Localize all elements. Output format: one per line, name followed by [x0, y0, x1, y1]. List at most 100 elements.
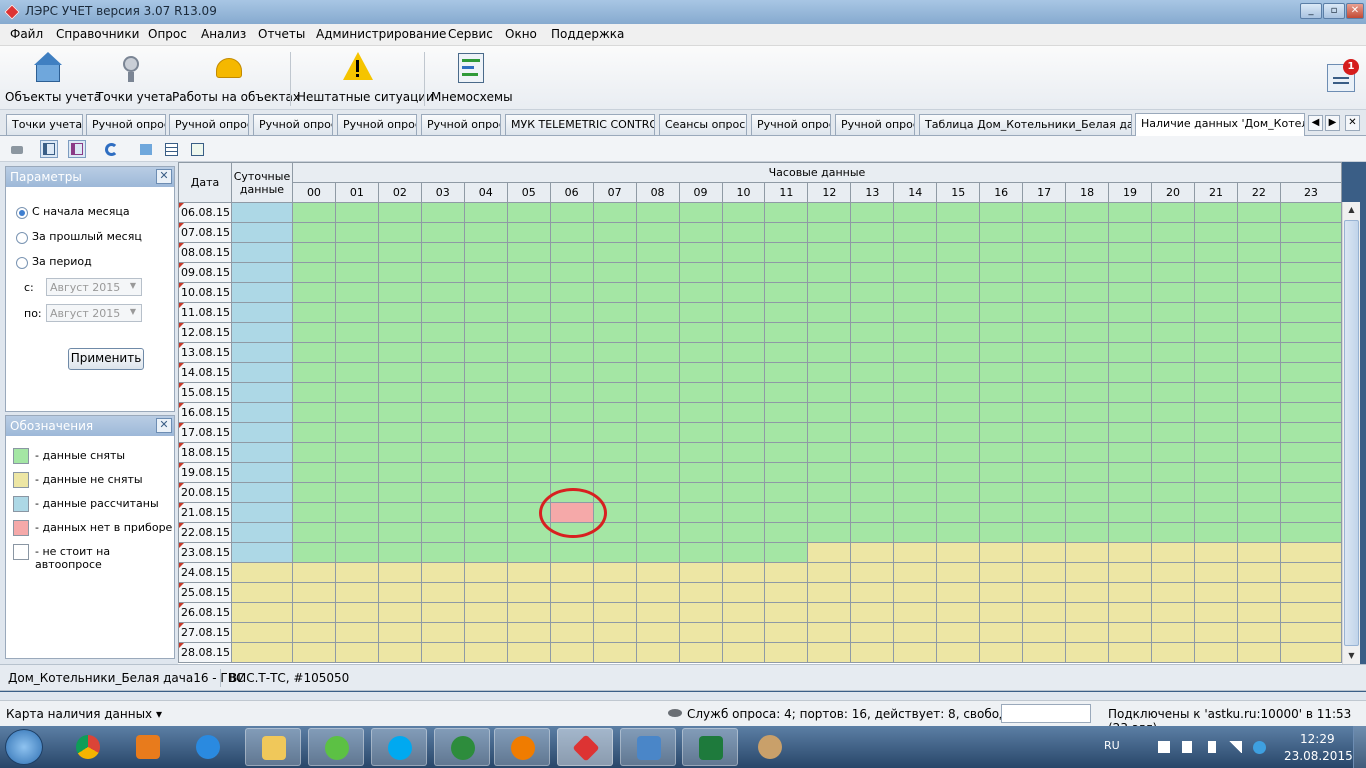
- hourly-status-cell[interactable]: [807, 282, 852, 303]
- hourly-status-cell[interactable]: [635, 582, 680, 603]
- hourly-status-cell[interactable]: [420, 422, 465, 443]
- hourly-status-cell[interactable]: [334, 442, 379, 463]
- hourly-status-cell[interactable]: [1108, 462, 1153, 483]
- hourly-status-cell[interactable]: [764, 542, 809, 563]
- hourly-status-cell[interactable]: [291, 502, 336, 523]
- hourly-status-cell[interactable]: [635, 562, 680, 583]
- hourly-status-cell[interactable]: [334, 322, 379, 343]
- hourly-status-cell[interactable]: [635, 422, 680, 443]
- hourly-status-cell[interactable]: [334, 342, 379, 363]
- daily-status-cell[interactable]: [230, 562, 293, 583]
- hourly-status-cell[interactable]: [592, 222, 637, 243]
- hourly-status-cell[interactable]: [893, 342, 938, 363]
- hourly-status-cell[interactable]: [377, 282, 422, 303]
- hourly-status-cell[interactable]: [1022, 222, 1067, 243]
- hourly-status-cell[interactable]: [1065, 482, 1110, 503]
- hourly-status-cell[interactable]: [334, 602, 379, 623]
- hourly-status-cell[interactable]: [1108, 442, 1153, 463]
- hourly-status-cell[interactable]: [1193, 262, 1238, 283]
- hourly-status-cell[interactable]: [1065, 202, 1110, 223]
- hourly-status-cell[interactable]: [420, 622, 465, 643]
- hourly-status-cell[interactable]: [1108, 262, 1153, 283]
- hourly-status-cell[interactable]: [1279, 242, 1343, 263]
- hourly-status-cell[interactable]: [721, 242, 766, 263]
- tab-manual-poll[interactable]: Ручной опрос: [253, 114, 333, 135]
- hourly-status-cell[interactable]: [506, 342, 551, 363]
- hourly-status-cell[interactable]: [1065, 582, 1110, 603]
- lers-taskbar-icon[interactable]: [557, 728, 613, 766]
- hourly-status-cell[interactable]: [807, 382, 852, 403]
- tab-manual-poll[interactable]: Ручной опрос: [169, 114, 249, 135]
- hourly-status-cell[interactable]: [807, 322, 852, 343]
- hourly-status-cell[interactable]: [936, 242, 981, 263]
- hourly-status-cell[interactable]: [334, 382, 379, 403]
- hourly-status-cell[interactable]: [334, 262, 379, 283]
- hourly-status-cell[interactable]: [1022, 562, 1067, 583]
- hourly-status-cell[interactable]: [635, 282, 680, 303]
- hourly-status-cell[interactable]: [850, 462, 895, 483]
- hourly-status-cell[interactable]: [635, 622, 680, 643]
- hourly-status-cell[interactable]: [592, 322, 637, 343]
- hourly-status-cell[interactable]: [1108, 282, 1153, 303]
- date-cell[interactable]: 20.08.15: [178, 482, 232, 503]
- hourly-status-cell[interactable]: [1279, 582, 1343, 603]
- daily-status-cell[interactable]: [230, 242, 293, 263]
- hourly-status-cell[interactable]: [549, 362, 594, 383]
- hourly-status-cell[interactable]: [592, 462, 637, 483]
- hourly-status-cell[interactable]: [1193, 522, 1238, 543]
- hourly-status-cell[interactable]: [764, 622, 809, 643]
- hourly-status-cell[interactable]: [592, 422, 637, 443]
- view-selector[interactable]: Карта наличия данных ▾: [6, 707, 162, 721]
- daily-status-cell[interactable]: [230, 602, 293, 623]
- hour-column-header[interactable]: 08: [635, 182, 680, 203]
- hourly-status-cell[interactable]: [1108, 542, 1153, 563]
- hourly-status-cell[interactable]: [936, 202, 981, 223]
- hourly-status-cell[interactable]: [721, 522, 766, 543]
- hourly-status-cell[interactable]: [291, 582, 336, 603]
- hourly-status-cell[interactable]: [893, 542, 938, 563]
- hourly-status-cell[interactable]: [549, 382, 594, 403]
- hourly-status-cell[interactable]: [936, 362, 981, 383]
- daily-status-cell[interactable]: [230, 582, 293, 603]
- hour-column-header[interactable]: 11: [764, 182, 809, 203]
- date-cell[interactable]: 08.08.15: [178, 242, 232, 263]
- hourly-status-cell[interactable]: [635, 442, 680, 463]
- hourly-status-cell[interactable]: [592, 202, 637, 223]
- hourly-status-cell[interactable]: [1279, 202, 1343, 223]
- hourly-status-cell[interactable]: [635, 382, 680, 403]
- hourly-status-cell[interactable]: [807, 582, 852, 603]
- hourly-status-cell[interactable]: [721, 442, 766, 463]
- menu-window[interactable]: Окно: [505, 27, 537, 41]
- objects-button[interactable]: Объекты учета: [5, 50, 101, 108]
- hourly-status-cell[interactable]: [506, 542, 551, 563]
- right-panel-toggle-icon[interactable]: [68, 140, 86, 158]
- hourly-status-cell[interactable]: [764, 222, 809, 243]
- skype-tray-icon[interactable]: [1253, 741, 1266, 754]
- hourly-status-cell[interactable]: [592, 262, 637, 283]
- hourly-status-cell[interactable]: [1151, 602, 1195, 623]
- hourly-status-cell[interactable]: [807, 442, 852, 463]
- hourly-status-cell[interactable]: [1279, 402, 1343, 423]
- hourly-status-cell[interactable]: [1108, 342, 1153, 363]
- hourly-status-cell[interactable]: [721, 422, 766, 443]
- hourly-status-cell[interactable]: [506, 642, 551, 663]
- hourly-status-cell[interactable]: [764, 262, 809, 283]
- hourly-status-cell[interactable]: [936, 282, 981, 303]
- hourly-status-cell[interactable]: [678, 382, 723, 403]
- hourly-status-cell[interactable]: [850, 522, 895, 543]
- date-cell[interactable]: 24.08.15: [178, 562, 232, 583]
- hourly-status-cell[interactable]: [1236, 302, 1281, 323]
- hourly-status-cell[interactable]: [463, 522, 508, 543]
- hourly-status-cell[interactable]: [1022, 422, 1067, 443]
- hourly-status-cell[interactable]: [635, 262, 680, 283]
- hourly-status-cell[interactable]: [592, 442, 637, 463]
- hourly-status-cell[interactable]: [936, 582, 981, 603]
- hourly-status-cell[interactable]: [1022, 522, 1067, 543]
- hourly-status-cell[interactable]: [1151, 482, 1195, 503]
- hourly-status-cell[interactable]: [635, 522, 680, 543]
- hourly-status-cell[interactable]: [1236, 382, 1281, 403]
- hourly-status-cell[interactable]: [721, 482, 766, 503]
- hourly-status-cell[interactable]: [1236, 602, 1281, 623]
- hourly-status-cell[interactable]: [377, 442, 422, 463]
- hourly-status-cell[interactable]: [1022, 302, 1067, 323]
